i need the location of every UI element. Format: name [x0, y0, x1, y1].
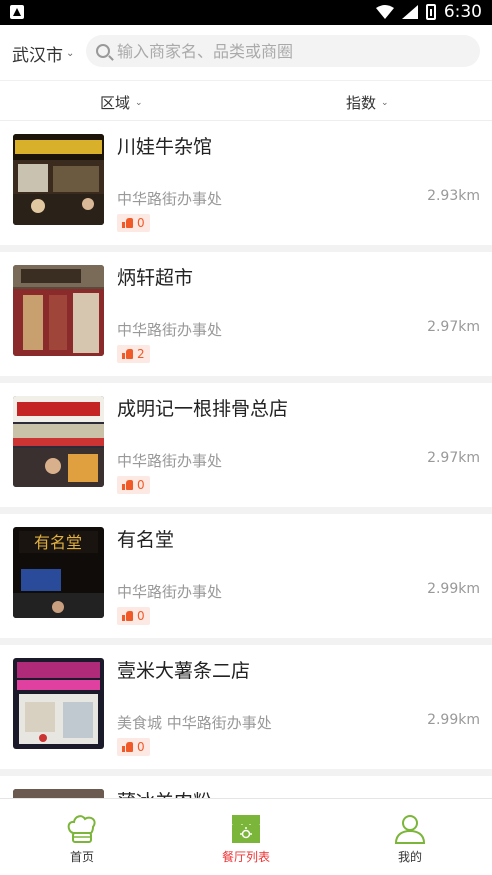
thumbs-up-icon — [122, 218, 133, 228]
restaurant-distance: 2.99km — [427, 581, 480, 597]
restaurant-list[interactable]: 川娃牛杂馆 中华路街办事处 2.93km 0 炳轩超市 中华路街办事处 2.97… — [0, 121, 492, 798]
tab-restaurant-list-label: 餐厅列表 — [221, 850, 270, 864]
restaurant-photo — [13, 658, 104, 749]
tab-mine-label: 我的 — [397, 850, 422, 864]
restaurant-photo — [13, 789, 104, 798]
like-badge: 0 — [117, 738, 150, 756]
bottom-tab-bar: 首页 餐厅列表 我的 — [0, 798, 492, 874]
restaurant-item[interactable]: 川娃牛杂馆 中华路街办事处 2.93km 0 — [0, 121, 492, 245]
like-count: 0 — [137, 609, 145, 623]
restaurant-area: 中华路街办事处 — [117, 583, 223, 601]
restaurant-distance: 2.99km — [427, 712, 480, 728]
restaurant-item[interactable]: 炳轩超市 中华路街办事处 2.97km 2 — [0, 252, 492, 376]
svg-text:有名堂: 有名堂 — [34, 533, 82, 552]
chevron-down-icon: ⌄ — [135, 97, 143, 108]
restaurant-name: 壹米大薯条二店 — [117, 660, 251, 682]
like-count: 0 — [137, 478, 145, 492]
restaurant-name: 川娃牛杂馆 — [117, 136, 213, 158]
restaurant-name: 蒲冰羊肉粉 — [117, 787, 212, 798]
like-badge: 0 — [117, 476, 150, 494]
restaurant-area: 中华路街办事处 — [117, 190, 223, 208]
battery-icon — [425, 4, 436, 20]
thumbs-up-icon — [122, 480, 133, 490]
city-label: 武汉市 — [12, 46, 63, 66]
restaurant-area: 美食城 中华路街办事处 — [117, 714, 272, 732]
status-time: 6:30 — [443, 2, 482, 22]
restaurant-area: 中华路街办事处 — [117, 321, 223, 339]
search-icon — [96, 44, 110, 58]
restaurant-item[interactable]: 壹米大薯条二店 美食城 中华路街办事处 2.99km 0 — [0, 645, 492, 769]
chevron-down-icon: ⌄ — [381, 97, 389, 108]
user-icon — [394, 815, 426, 844]
tab-mine[interactable]: 我的 — [328, 799, 492, 875]
like-badge: 0 — [117, 214, 150, 232]
restaurant-photo — [13, 134, 104, 225]
notification-app-icon — [10, 5, 24, 19]
restaurant-name: 炳轩超市 — [117, 267, 194, 289]
like-badge: 0 — [117, 607, 150, 625]
status-bar: 6:30 — [0, 0, 492, 25]
like-count: 0 — [137, 216, 145, 230]
restaurant-photo: 有名堂 — [13, 527, 104, 618]
restaurant-area: 中华路街办事处 — [117, 452, 223, 470]
restaurant-distance: 2.93km — [427, 188, 480, 204]
filter-bar: 区域 ⌄ 指数 ⌄ — [0, 80, 492, 121]
filter-area-label: 区域 — [100, 94, 131, 112]
tab-home-label: 首页 — [69, 850, 94, 864]
thumbs-up-icon — [122, 349, 133, 359]
chevron-down-icon: ⌄ — [66, 48, 75, 59]
restaurant-item[interactable]: 有名堂 有名堂 中华路街办事处 2.99km 0 — [0, 514, 492, 638]
search-box[interactable] — [86, 35, 480, 67]
restaurant-name: 有名堂 — [117, 529, 175, 551]
wifi-icon — [375, 5, 394, 19]
shop-icon — [231, 815, 261, 843]
restaurant-photo — [13, 396, 104, 487]
city-selector[interactable]: 武汉市 ⌄ — [12, 41, 74, 66]
thumbs-up-icon — [122, 742, 133, 752]
restaurant-distance: 2.97km — [427, 450, 480, 466]
restaurant-name: 成明记一根排骨总店 — [117, 398, 289, 420]
like-count: 0 — [137, 740, 145, 754]
restaurant-distance: 2.97km — [427, 319, 480, 335]
restaurant-photo — [13, 265, 104, 356]
filter-index-label: 指数 — [346, 94, 377, 112]
filter-area[interactable]: 区域 ⌄ — [100, 92, 143, 113]
search-input[interactable] — [117, 41, 457, 61]
tab-restaurant-list[interactable]: 餐厅列表 — [164, 799, 328, 875]
signal-icon — [401, 5, 418, 19]
filter-index[interactable]: 指数 ⌄ — [346, 92, 389, 113]
tab-home[interactable]: 首页 — [0, 799, 164, 875]
restaurant-item[interactable]: 蒲冰羊肉粉 — [0, 776, 492, 798]
thumbs-up-icon — [122, 611, 133, 621]
chef-hat-icon — [67, 815, 96, 843]
restaurant-item[interactable]: 成明记一根排骨总店 中华路街办事处 2.97km 0 — [0, 383, 492, 507]
search-header: 武汉市 ⌄ — [0, 25, 492, 80]
like-count: 2 — [137, 347, 145, 361]
like-badge: 2 — [117, 345, 150, 363]
